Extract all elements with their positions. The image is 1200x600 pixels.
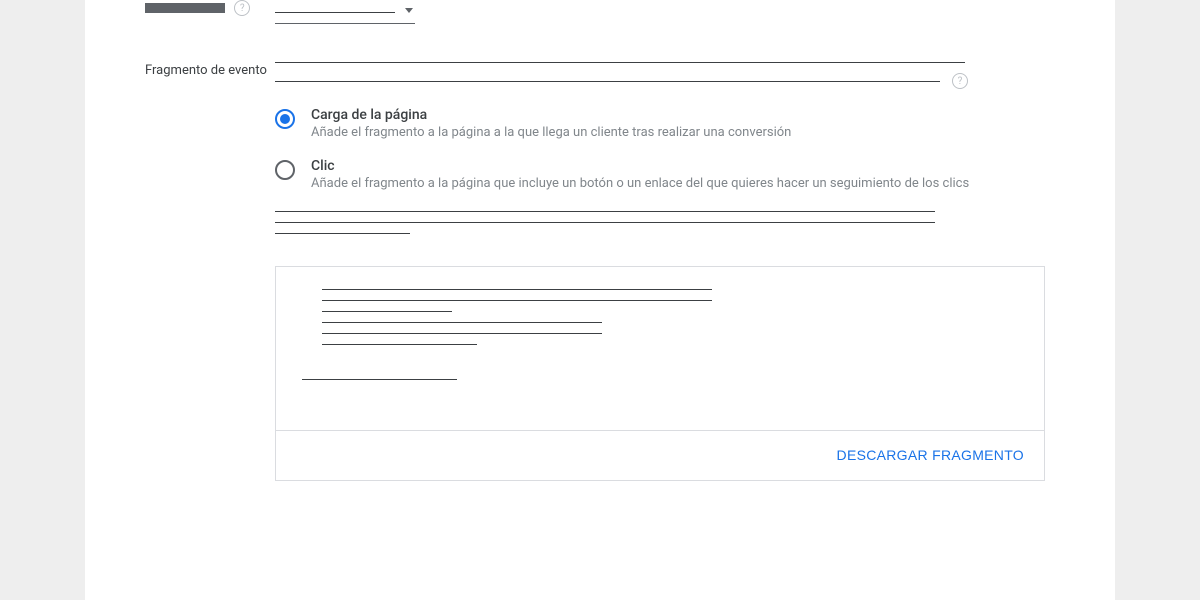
code-snippet-box: DESCARGAR FRAGMENTO [275,266,1045,481]
code-line-redacted [322,289,712,290]
event-snippet-content: ? Carga de la página Añade el fragmento … [275,62,1055,481]
code-line-redacted [322,333,602,334]
settings-card: ? Fragmento de evento ? [85,0,1115,600]
code-line-redacted [322,322,602,323]
download-snippet-button[interactable]: DESCARGAR FRAGMENTO [837,447,1024,463]
redacted-label-bar [145,3,225,13]
radio-button-icon [275,160,295,180]
radio-button-icon [275,109,295,129]
top-field-row: ? [85,0,1115,24]
radio-click[interactable]: Clic Añade el fragmento a la página que … [275,158,1055,191]
code-line-redacted [302,379,457,380]
top-field-label: ? [145,0,275,16]
event-snippet-label-col: Fragmento de evento [145,62,275,481]
code-snippet-footer: DESCARGAR FRAGMENTO [276,430,1044,480]
dropdown-value-redacted [275,12,395,13]
event-snippet-row: Fragmento de evento ? Carga de la pági [85,62,1115,481]
help-icon[interactable]: ? [952,73,968,89]
top-field-content [275,0,1055,24]
radio-title: Clic [311,158,969,174]
code-line-redacted [322,344,477,345]
chevron-down-icon [405,8,413,13]
radio-desc: Añade el fragmento a la página que inclu… [311,176,969,191]
intro-text-redacted: ? [275,62,1055,89]
help-icon[interactable]: ? [234,0,250,16]
radio-title: Carga de la página [311,107,791,123]
instruction-text-redacted [275,211,1055,234]
top-dropdown[interactable] [275,0,415,24]
radio-page-load[interactable]: Carga de la página Añade el fragmento a … [275,107,1055,140]
code-snippet-body[interactable] [276,267,1044,430]
event-snippet-label: Fragmento de evento [145,62,275,80]
code-line-redacted [322,300,712,301]
snippet-type-radio-group: Carga de la página Añade el fragmento a … [275,107,1055,191]
code-line-redacted [322,311,452,312]
radio-desc: Añade el fragmento a la página a la que … [311,125,791,140]
